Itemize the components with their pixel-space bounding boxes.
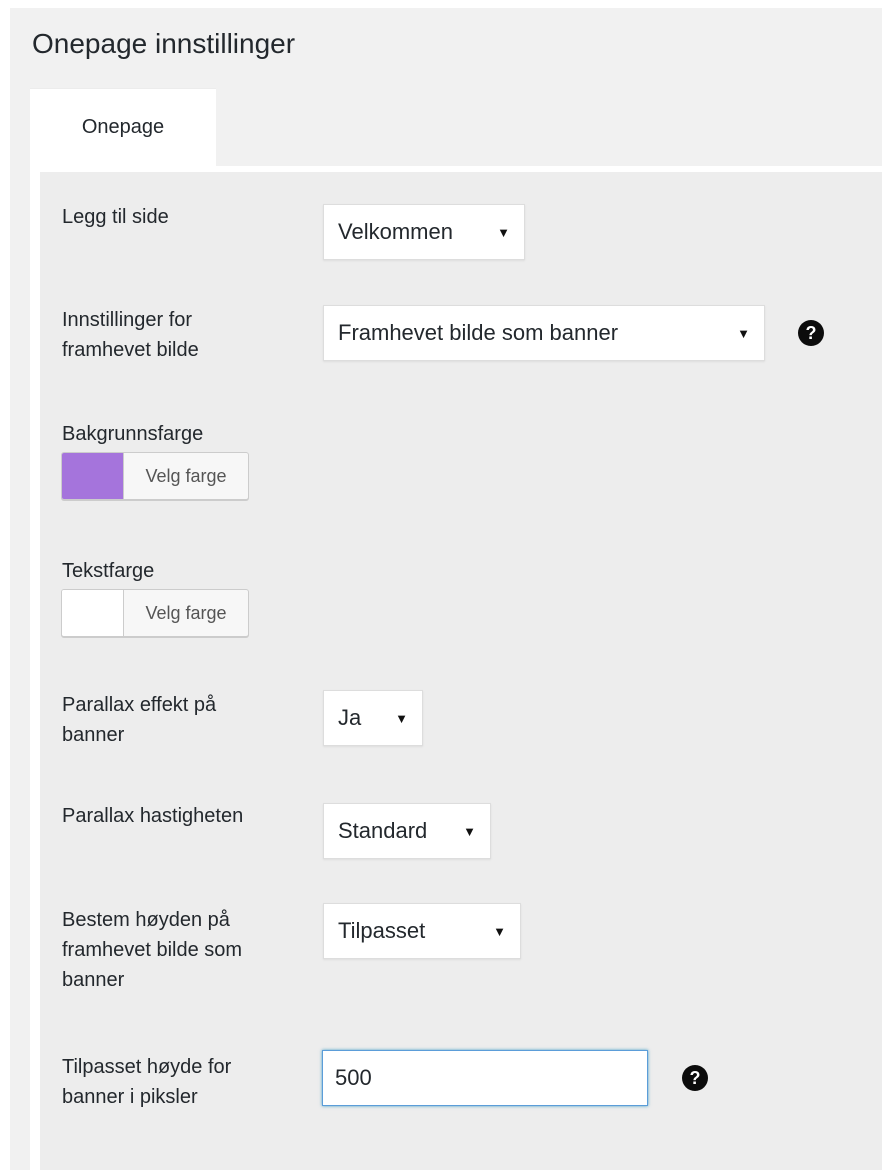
chevron-down-icon: ▼: [497, 224, 510, 240]
settings-page: Onepage innstillinger Onepage Legg til s…: [10, 8, 882, 1170]
background-color-picker-label: Velg farge: [145, 465, 227, 486]
featured-image-settings-label-line1: Innstillinger for: [62, 309, 193, 331]
text-color-label: Tekstfarge: [62, 560, 155, 582]
parallax-effect-label-line2: banner: [62, 724, 125, 746]
banner-height-mode-label-line3: banner: [62, 969, 125, 991]
banner-height-mode-label-line2: framhevet bilde som: [62, 939, 243, 961]
featured-image-settings-label-line2: framhevet bilde: [62, 339, 199, 361]
parallax-speed-label: Parallax hastigheten: [62, 805, 244, 827]
add-page-select[interactable]: Velkommen ▼: [323, 204, 525, 260]
background-color-swatch: [62, 453, 124, 499]
custom-height-label: Tilpasset høyde for banner i piksler: [62, 1052, 231, 1112]
text-color-swatch: [62, 590, 124, 636]
chevron-down-icon: ▼: [463, 823, 476, 839]
chevron-down-icon: ▼: [395, 710, 408, 726]
question-circle-icon[interactable]: ?: [682, 1065, 708, 1091]
featured-image-settings-select[interactable]: Framhevet bilde som banner ▼: [323, 305, 765, 361]
featured-image-settings-label: Innstillinger for framhevet bilde: [62, 305, 199, 365]
page-title: Onepage innstillinger: [32, 28, 296, 59]
add-page-select-value: Velkommen: [338, 219, 453, 244]
background-color-picker-button[interactable]: Velg farge: [61, 452, 249, 500]
parallax-effect-label-line1: Parallax effekt på: [62, 694, 217, 716]
banner-height-mode-select-value: Tilpasset: [338, 918, 426, 943]
custom-height-label-line1: Tilpasset høyde for: [62, 1056, 232, 1078]
parallax-effect-select-value: Ja: [338, 705, 362, 730]
custom-height-input[interactable]: [322, 1050, 648, 1106]
chevron-down-icon: ▼: [737, 325, 750, 341]
parallax-effect-label: Parallax effekt på banner: [62, 690, 216, 750]
tab-bar: Onepage: [10, 88, 882, 180]
featured-image-settings-select-value: Framhevet bilde som banner: [338, 320, 619, 345]
text-color-picker-button[interactable]: Velg farge: [61, 589, 249, 637]
question-circle-icon[interactable]: ?: [798, 320, 824, 346]
background-color-label: Bakgrunnsfarge: [62, 423, 204, 445]
banner-height-mode-label-line1: Bestem høyden på: [62, 909, 230, 931]
settings-panel: Legg til side Velkommen ▼ Innstillinger …: [30, 172, 882, 1170]
parallax-speed-select[interactable]: Standard ▼: [323, 803, 491, 859]
custom-height-label-line2: banner i piksler: [62, 1086, 198, 1108]
parallax-effect-select[interactable]: Ja ▼: [323, 690, 423, 746]
text-color-picker-label: Velg farge: [145, 602, 227, 623]
banner-height-mode-label: Bestem høyden på framhevet bilde som ban…: [62, 905, 242, 995]
parallax-speed-select-value: Standard: [338, 818, 428, 843]
add-page-label: Legg til side: [62, 206, 169, 228]
banner-height-mode-select[interactable]: Tilpasset ▼: [323, 903, 521, 959]
tab-onepage[interactable]: Onepage: [30, 88, 216, 166]
chevron-down-icon: ▼: [493, 923, 506, 939]
